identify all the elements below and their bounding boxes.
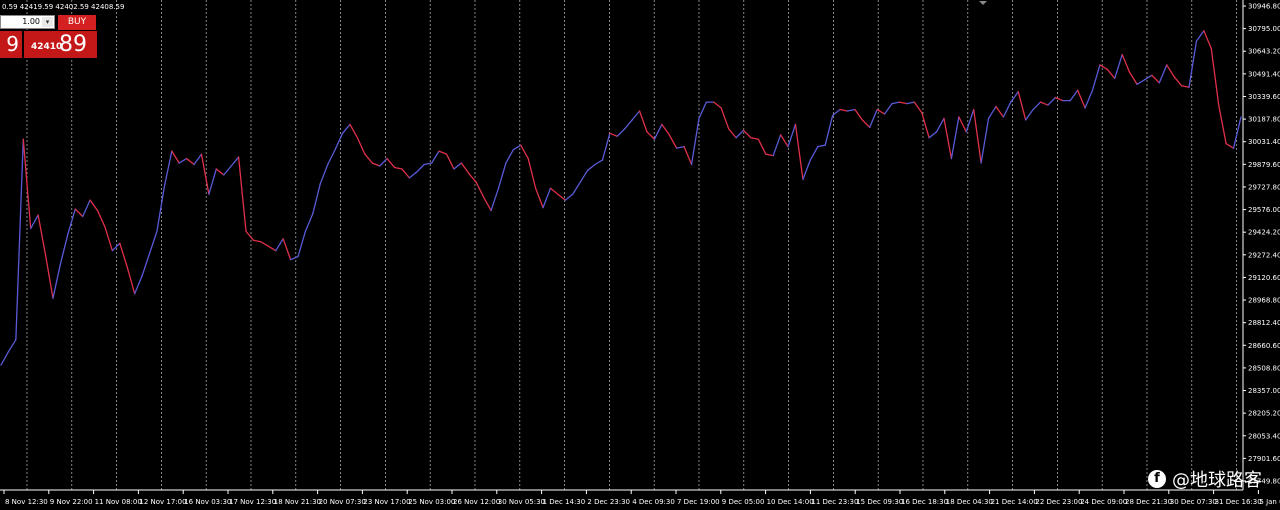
watermark: f @地球路客 — [1148, 466, 1262, 492]
time-tick-label: 30 Nov 05:30 — [498, 498, 545, 506]
time-tick-label: 12 Nov 17:00 — [139, 498, 186, 506]
watermark-text: @地球路客 — [1172, 470, 1262, 491]
time-tick-label: 18 Dec 04:30 — [946, 498, 993, 506]
price-tick-label: 28660.60 — [1248, 342, 1280, 350]
time-tick-label: 9 Nov 22:00 — [50, 498, 93, 506]
time-tick-label: 17 Nov 12:30 — [229, 498, 276, 506]
time-tick-label: 23 Nov 17:00 — [363, 498, 410, 506]
price-tick-label: 29120.60 — [1248, 274, 1280, 282]
buy-price-main: 42410 — [31, 42, 63, 52]
time-tick-label: 24 Dec 09:00 — [1080, 498, 1127, 506]
facebook-icon: f — [1148, 470, 1166, 488]
price-chart[interactable]: 30946.80 30795.00 30643.20 30491.40 30339.60… — [0, 0, 1280, 510]
price-tick-label: 30491.40 — [1248, 70, 1280, 78]
price-tick-label: 30795.00 — [1248, 25, 1280, 33]
time-tick-label: 8 Nov 12:30 — [5, 498, 48, 506]
time-tick-label: 30 Dec 07:30 — [1170, 498, 1217, 506]
time-tick-label: 1 Dec 14:30 — [543, 498, 586, 506]
price-tick-label: 29879.60 — [1248, 161, 1280, 169]
sell-button[interactable]: 9 — [0, 31, 22, 58]
time-tick-label: 5 Jan 05:00 — [1259, 498, 1280, 506]
price-tick-label: 28357.00 — [1248, 387, 1280, 395]
time-tick-label: 18 Nov 21:30 — [274, 498, 321, 506]
price-tick-label: 28053.40 — [1248, 432, 1280, 440]
buy-button-label[interactable]: BUY — [58, 15, 96, 30]
price-tick-label: 30643.20 — [1248, 48, 1280, 56]
ohlc-readout: 0.59 42419.59 42402.59 42408.59 — [2, 3, 125, 11]
time-tick-label: 22 Dec 23:00 — [1035, 498, 1082, 506]
price-tick-label: 28812.40 — [1248, 319, 1280, 327]
time-tick-label: 28 Dec 21:30 — [1125, 498, 1172, 506]
time-tick-label: 10 Dec 14:00 — [767, 498, 814, 506]
time-tick-label: 21 Dec 14:00 — [991, 498, 1038, 506]
time-tick-label: 11 Nov 08:00 — [95, 498, 142, 506]
time-tick-label: 2 Dec 23:30 — [587, 498, 630, 506]
lot-size-value[interactable]: 1.00 — [22, 17, 40, 26]
time-tick-label: 16 Dec 18:30 — [901, 498, 948, 506]
time-tick-label: 25 Nov 03:00 — [408, 498, 455, 506]
lot-size-field[interactable]: 1.00 ▾ — [0, 15, 55, 29]
time-tick-label: 11 Dec 23:30 — [811, 498, 858, 506]
time-tick-label: 4 Dec 09:30 — [632, 498, 675, 506]
time-tick-label: 9 Dec 05:00 — [722, 498, 765, 506]
chart-background — [0, 0, 1280, 510]
price-tick-label: 28508.80 — [1248, 364, 1280, 372]
buy-price-pips: 89 — [59, 32, 87, 57]
time-tick-label: 31 Dec 16:30 — [1215, 498, 1262, 506]
time-tick-label: 16 Nov 03:30 — [184, 498, 231, 506]
price-tick-label: 28968.80 — [1248, 297, 1280, 305]
price-tick-label: 30946.80 — [1248, 3, 1280, 11]
price-tick-label: 29424.20 — [1248, 229, 1280, 237]
price-tick-label: 29727.80 — [1248, 183, 1280, 191]
time-tick-label: 26 Nov 12:00 — [453, 498, 500, 506]
buy-button[interactable]: 42410 89 — [24, 31, 97, 58]
time-tick-label: 15 Dec 09:30 — [856, 498, 903, 506]
price-tick-label: 30339.60 — [1248, 93, 1280, 101]
time-tick-label: 20 Nov 07:30 — [319, 498, 366, 506]
price-tick-label: 29576.00 — [1248, 206, 1280, 214]
price-tick-label: 29272.40 — [1248, 251, 1280, 259]
price-tick-label: 30031.40 — [1248, 138, 1280, 146]
price-tick-label: 27901.60 — [1248, 455, 1280, 463]
time-tick-label: 7 Dec 19:00 — [677, 498, 720, 506]
chevron-down-icon[interactable]: ▾ — [42, 17, 53, 27]
price-tick-label: 28205.20 — [1248, 410, 1280, 418]
price-tick-label: 30187.80 — [1248, 116, 1280, 124]
